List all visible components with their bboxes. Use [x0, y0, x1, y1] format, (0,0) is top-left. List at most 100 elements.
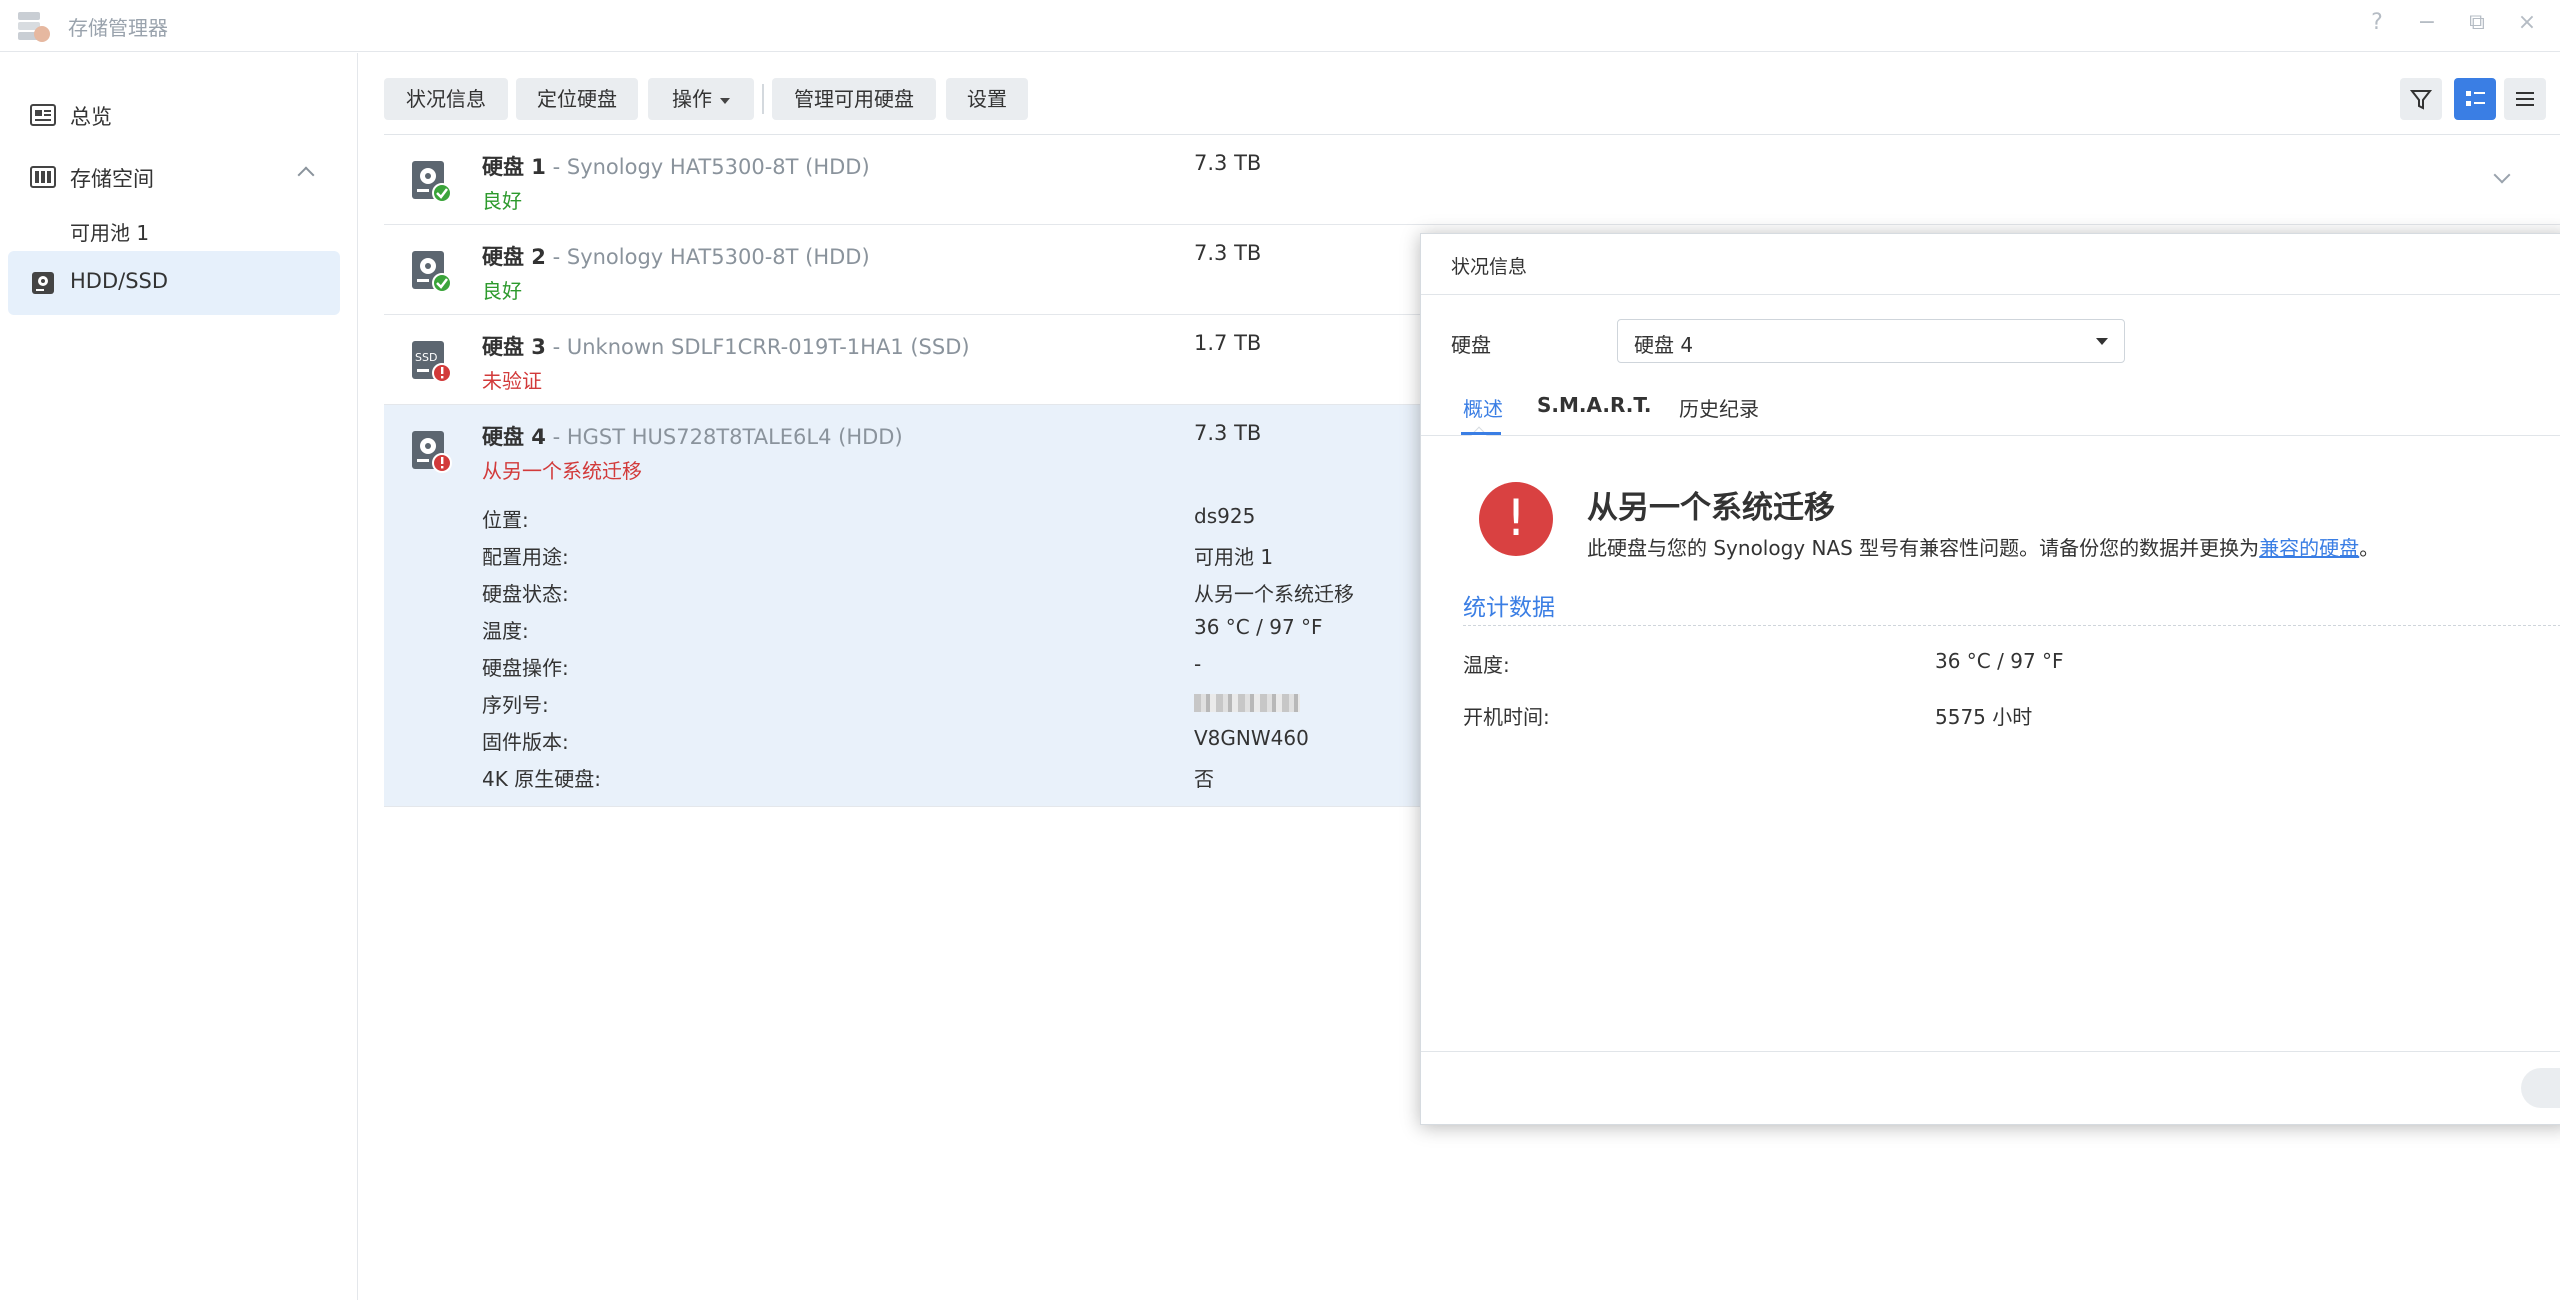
redacted-serial: [1194, 693, 1300, 712]
restore-icon[interactable]: ⧉: [2462, 10, 2492, 35]
settings-button[interactable]: 设置: [946, 78, 1028, 120]
actions-label: 操作: [672, 87, 712, 111]
sidebar-item-label: 存储空间: [70, 167, 154, 191]
detail-value-serial-blurred: [1194, 689, 1300, 713]
list-icon: [2516, 92, 2534, 106]
title-bar: 存储管理器 ? − ⧉ ×: [0, 0, 2560, 52]
storage-icon: [30, 166, 56, 188]
warning-text-end: 。: [2359, 536, 2380, 560]
minimize-icon[interactable]: −: [2412, 10, 2442, 35]
sidebar-item-label: HDD/SSD: [70, 269, 169, 293]
stat-label-temperature: 温度:: [1463, 653, 1510, 677]
compatible-disks-link[interactable]: 兼容的硬盘: [2259, 536, 2359, 560]
disk-size: 7.3 TB: [1194, 421, 1262, 445]
hdd-ok-icon: [412, 251, 452, 293]
tab-smart[interactable]: S.M.A.R.T.: [1537, 393, 1652, 417]
detail-label-4k-native: 4K 原生硬盘:: [482, 767, 601, 791]
manage-available-disks-button[interactable]: 管理可用硬盘: [772, 78, 936, 120]
locate-disk-button[interactable]: 定位硬盘: [516, 78, 638, 120]
disk-select[interactable]: 硬盘 4: [1617, 319, 2125, 363]
detail-value-usage: 可用池 1: [1194, 545, 1274, 569]
disk-label: 硬盘 2: [482, 245, 546, 269]
stats-section-title: 统计数据: [1463, 595, 1555, 621]
filter-icon: [2409, 90, 2433, 110]
detail-label-disk-status: 硬盘状态:: [482, 582, 569, 606]
disk-model: - Unknown SDLF1CRR-019T-1HA1 (SSD): [545, 335, 970, 359]
sidebar-item-hdd-ssd[interactable]: HDD/SSD: [8, 251, 340, 315]
panel-footer-divider: [1421, 1051, 2560, 1052]
overview-icon: [30, 104, 56, 126]
chevron-up-icon[interactable]: [297, 166, 315, 184]
detail-label-disk-operation: 硬盘操作:: [482, 656, 569, 680]
close-icon[interactable]: ×: [2512, 10, 2542, 35]
disk-size: 7.3 TB: [1194, 151, 1262, 175]
actions-dropdown-button[interactable]: 操作: [648, 78, 754, 120]
stat-label-power-on-time: 开机时间:: [1463, 705, 1550, 729]
hdd-icon: [32, 272, 54, 294]
filter-button[interactable]: [2400, 78, 2442, 120]
detail-value-temperature: 36 °C / 97 °F: [1194, 615, 1323, 639]
disk-model: - Synology HAT5300-8T (HDD): [545, 155, 870, 179]
status-info-button[interactable]: 状况信息: [384, 78, 508, 120]
detail-value-disk-operation: -: [1194, 652, 1202, 676]
active-tab-underline: [1461, 432, 1501, 435]
caret-down-icon: [2096, 338, 2108, 345]
detail-label-firmware: 固件版本:: [482, 730, 569, 754]
status-info-panel: 状况信息 硬盘 硬盘 4 概述 S.M.A.R.T. 历史纪录 ! 从另一个系统…: [1420, 233, 2560, 1125]
detail-view-button[interactable]: [2454, 78, 2496, 120]
disk-select-value: 硬盘 4: [1634, 333, 1694, 357]
disk-status: 良好: [482, 189, 522, 213]
svg-text:SSD: SSD: [415, 351, 437, 364]
sidebar-item-label: 总览: [70, 105, 112, 129]
detail-value-4k-native: 否: [1194, 767, 1214, 791]
warning-title: 从另一个系统迁移: [1587, 490, 1835, 526]
tabs-divider: [1421, 435, 2560, 436]
warning-description: 此硬盘与您的 Synology NAS 型号有兼容性问题。请备份您的数据并更换为…: [1587, 532, 2379, 561]
disk-size: 7.3 TB: [1194, 241, 1262, 265]
toolbar-separator: [762, 84, 764, 114]
disk-model: - HGST HUS728T8TALE6L4 (HDD): [545, 425, 903, 449]
tab-history[interactable]: 历史纪录: [1679, 393, 1759, 422]
detail-value-disk-status: 从另一个系统迁移: [1194, 582, 1354, 606]
disk-name: 硬盘 1 - Synology HAT5300-8T (HDD): [482, 151, 870, 181]
panel-title: 状况信息: [1451, 256, 1528, 278]
disk-label: 硬盘 4: [482, 425, 546, 449]
ssd-warning-icon: SSD: [412, 341, 452, 383]
disk-model: - Synology HAT5300-8T (HDD): [545, 245, 870, 269]
disk-status: 未验证: [482, 369, 542, 393]
storage-manager-app-icon: [18, 12, 50, 42]
sidebar: 总览 存储空间 可用池 1 HDD/SSD: [0, 53, 358, 1300]
detail-label-location: 位置:: [482, 508, 529, 532]
tab-overview[interactable]: 概述: [1463, 393, 1503, 422]
detail-label-usage: 配置用途:: [482, 545, 569, 569]
help-icon[interactable]: ?: [2362, 10, 2392, 35]
detail-list-icon: [2466, 91, 2485, 106]
disk-name: 硬盘 3 - Unknown SDLF1CRR-019T-1HA1 (SSD): [482, 331, 970, 361]
caret-down-icon: [720, 97, 730, 104]
disk-row-1[interactable]: 硬盘 1 - Synology HAT5300-8T (HDD) 良好 7.3 …: [384, 135, 2560, 225]
error-icon: !: [1479, 482, 1553, 556]
detail-label-serial: 序列号:: [482, 693, 549, 717]
warning-text: 此硬盘与您的 Synology NAS 型号有兼容性问题。请备份您的数据并更换为: [1587, 536, 2260, 560]
detail-value-firmware: V8GNW460: [1194, 726, 1309, 750]
hdd-warning-icon: [412, 431, 452, 473]
tab-pointer: [1470, 426, 1488, 444]
disk-name: 硬盘 2 - Synology HAT5300-8T (HDD): [482, 241, 870, 271]
hdd-ok-icon: [412, 161, 452, 203]
list-view-button[interactable]: [2504, 78, 2546, 120]
detail-value-location: ds925: [1194, 504, 1256, 528]
stat-value-power-on-time: 5575 小时: [1935, 705, 2033, 729]
disk-status: 良好: [482, 279, 522, 303]
disk-label: 硬盘 1: [482, 155, 546, 179]
stat-value-temperature: 36 °C / 97 °F: [1935, 649, 2064, 673]
disk-status: 从另一个系统迁移: [482, 459, 642, 483]
disk-select-label: 硬盘: [1451, 333, 1491, 357]
stats-divider: [1463, 625, 2560, 626]
disk-size: 1.7 TB: [1194, 331, 1262, 355]
sidebar-item-overview[interactable]: 总览: [8, 83, 340, 147]
sidebar-item-pool-1[interactable]: 可用池 1: [70, 217, 149, 246]
disk-label: 硬盘 3: [482, 335, 546, 359]
chevron-down-icon[interactable]: [2493, 166, 2511, 184]
panel-close-button[interactable]: [2521, 1068, 2560, 1108]
sidebar-item-storage[interactable]: 存储空间: [8, 145, 340, 209]
